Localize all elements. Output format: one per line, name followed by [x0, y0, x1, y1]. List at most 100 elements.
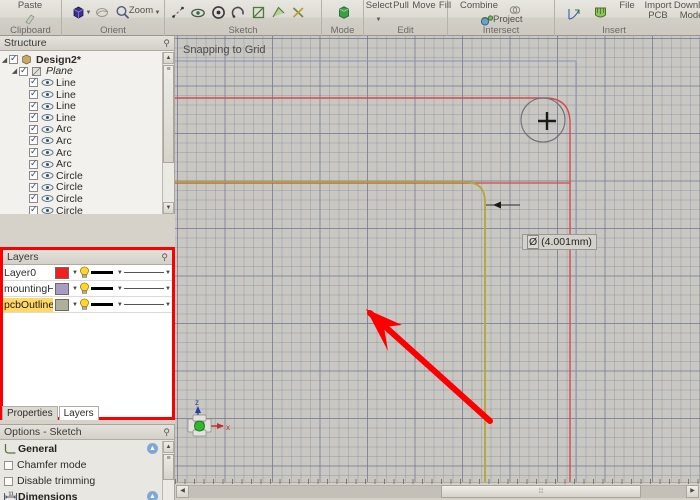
layer-color-dropdown-icon[interactable]: ▼ — [71, 302, 79, 308]
project-button-label[interactable]: Project — [493, 15, 533, 25]
layer-visibility-bulb-icon[interactable] — [79, 282, 91, 295]
tree-visibility-checkbox[interactable] — [29, 100, 38, 111]
scroll-down-arrow-icon[interactable]: ▼ — [163, 202, 174, 214]
tree-visibility-checkbox[interactable] — [19, 65, 28, 76]
zoom-button-label[interactable]: Zoom — [128, 6, 154, 16]
layer-color-dropdown-icon[interactable]: ▼ — [71, 286, 79, 292]
layer-name[interactable]: pcbOutline — [3, 297, 54, 312]
tree-visibility-checkbox[interactable] — [29, 123, 38, 134]
scroll-left-arrow-icon[interactable]: ◀ — [176, 485, 189, 498]
tree-visibility-checkbox[interactable] — [29, 76, 38, 88]
tree-node-circle[interactable]: Circle — [0, 181, 162, 193]
tree-visibility-checkbox[interactable] — [9, 53, 18, 65]
tree-visibility-checkbox[interactable] — [29, 111, 38, 123]
line-icon[interactable] — [170, 4, 187, 21]
tree-visibility-checkbox[interactable] — [29, 158, 38, 169]
layer-color-dropdown-icon[interactable]: ▼ — [71, 270, 79, 276]
collapse-section-icon[interactable]: ▲ — [147, 491, 158, 500]
scroll-thumb[interactable]: ≡ — [163, 65, 174, 163]
options-vertical-scrollbar[interactable]: ▲ ≡ ▼ — [162, 441, 174, 500]
option-disable-trimming[interactable]: Disable trimming — [0, 473, 162, 489]
options-scroll-thumb[interactable]: ≡ — [163, 454, 174, 480]
tree-node-circle[interactable]: Circle — [0, 169, 162, 182]
polygon-icon[interactable] — [270, 4, 287, 21]
tree-visibility-checkbox[interactable] — [29, 146, 38, 158]
tree-node-line[interactable]: Line — [0, 111, 162, 124]
layer-row[interactable]: pcbOutline ▼ ▼ ▼ — [3, 297, 172, 313]
tree-node-line[interactable]: Line — [0, 88, 162, 101]
layer-row[interactable]: mountingHoles ▼ ▼ ▼ — [3, 281, 172, 297]
tree-expander-icon[interactable]: ◢ — [10, 67, 19, 75]
collapse-section-icon[interactable]: ▲ — [147, 443, 158, 454]
tree-visibility-checkbox[interactable] — [29, 181, 38, 192]
tree-node-line[interactable]: Line — [0, 100, 162, 112]
options-pin-icon[interactable]: ⚲ — [163, 427, 170, 438]
tree-expander-icon[interactable]: ◢ — [0, 56, 9, 64]
layer-linetype[interactable] — [123, 304, 164, 305]
layer-lineweight[interactable] — [90, 271, 116, 274]
options-section-dimensions[interactable]: 11 Dimensions ▲ — [0, 489, 162, 500]
tree-node-plane[interactable]: ◢ Plane — [0, 65, 162, 78]
layer-linetype[interactable] — [123, 272, 164, 273]
tree-node-arc[interactable]: Arc — [0, 123, 162, 135]
layers-list[interactable]: Layer0 ▼ ▼ ▼ mountingHoles ▼ ▼ ▼ pcbOutline ▼ ▼ ▼ — [3, 265, 172, 313]
layer-linetype-dropdown-icon[interactable]: ▼ — [164, 270, 172, 276]
layer-lineweight[interactable] — [90, 287, 116, 290]
scroll-right-arrow-icon[interactable]: ▶ — [686, 485, 699, 498]
layer-lineweight[interactable] — [90, 303, 116, 306]
tab-properties[interactable]: Properties — [2, 406, 58, 420]
shell-icon[interactable] — [592, 4, 609, 21]
horizontal-scrollbar[interactable]: ◀ ⦙⦙⦙ ▶ — [175, 479, 700, 500]
scroll-up-arrow-icon[interactable]: ▲ — [163, 52, 174, 64]
horizontal-scroll-thumb[interactable]: ⦙⦙⦙ — [441, 485, 641, 498]
layer-lineweight-dropdown-icon[interactable]: ▼ — [116, 270, 124, 276]
layer-visibility-bulb-icon[interactable] — [79, 298, 91, 311]
trim-icon[interactable] — [290, 4, 307, 21]
plane-view-icon[interactable] — [94, 4, 111, 21]
options-content[interactable]: General ▲ Chamfer mode Disable trimming 11 Di… — [0, 441, 162, 500]
layer-name[interactable]: Layer0 — [3, 267, 53, 279]
home-view-dropdown-icon[interactable]: ▼ — [85, 4, 92, 21]
tree-node-circle[interactable]: Circle — [0, 192, 162, 205]
layer-linetype-dropdown-icon[interactable]: ▼ — [164, 286, 172, 292]
tree-visibility-checkbox[interactable] — [29, 192, 38, 204]
layer-name[interactable]: mountingHoles — [3, 283, 53, 295]
tree-node-circle[interactable]: Circle — [0, 204, 162, 214]
tree-visibility-checkbox[interactable] — [29, 134, 38, 146]
layer-color-swatch[interactable] — [53, 266, 71, 279]
file-button[interactable]: File — [613, 1, 641, 11]
options-scroll-up-arrow-icon[interactable]: ▲ — [163, 441, 174, 453]
layer-lineweight-dropdown-icon[interactable]: ▼ — [116, 302, 124, 308]
paste-button[interactable]: Paste — [8, 1, 52, 11]
structure-vertical-scrollbar[interactable]: ▲ ≡ ▼ — [162, 52, 174, 214]
layer-lineweight-dropdown-icon[interactable]: ▼ — [116, 286, 124, 292]
diameter-dimension-box[interactable]: Ø (4.001mm) — [522, 234, 597, 250]
tree-node-arc[interactable]: Arc — [0, 158, 162, 170]
tree-node-arc[interactable]: Arc — [0, 134, 162, 147]
layer-color-swatch[interactable] — [53, 298, 71, 311]
tab-layers[interactable]: Layers — [58, 406, 99, 420]
option-checkbox[interactable] — [4, 460, 13, 470]
options-section-general[interactable]: General ▲ — [0, 441, 162, 457]
arc-icon[interactable] — [230, 4, 247, 21]
rectangle-icon[interactable] — [250, 4, 267, 21]
layer-linetype-dropdown-icon[interactable]: ▼ — [164, 302, 172, 308]
download-models-button[interactable]: Download Models — [671, 1, 700, 21]
option-checkbox[interactable] — [4, 476, 13, 486]
sketch-canvas[interactable]: Snapping to Grid z x Ø (4.001mm) — [175, 36, 700, 500]
ellipse-icon[interactable] — [189, 4, 206, 21]
circle-icon[interactable] — [210, 4, 227, 21]
tree-node-arc[interactable]: Arc — [0, 146, 162, 159]
curve-icon[interactable] — [565, 5, 582, 22]
option-chamfer-mode[interactable]: Chamfer mode — [0, 457, 162, 473]
tree-visibility-checkbox[interactable] — [29, 204, 38, 214]
layer-linetype[interactable] — [123, 288, 164, 289]
combine-button[interactable]: Combine — [452, 1, 506, 11]
tree-node-design2-[interactable]: ◢ Design2* — [0, 53, 162, 66]
tree-visibility-checkbox[interactable] — [29, 169, 38, 181]
tree-visibility-checkbox[interactable] — [29, 88, 38, 100]
pin-icon[interactable]: ⚲ — [163, 38, 170, 49]
solid-mode-icon[interactable] — [335, 4, 352, 21]
layers-pin-icon[interactable]: ⚲ — [161, 252, 168, 263]
layer-visibility-bulb-icon[interactable] — [79, 266, 91, 279]
